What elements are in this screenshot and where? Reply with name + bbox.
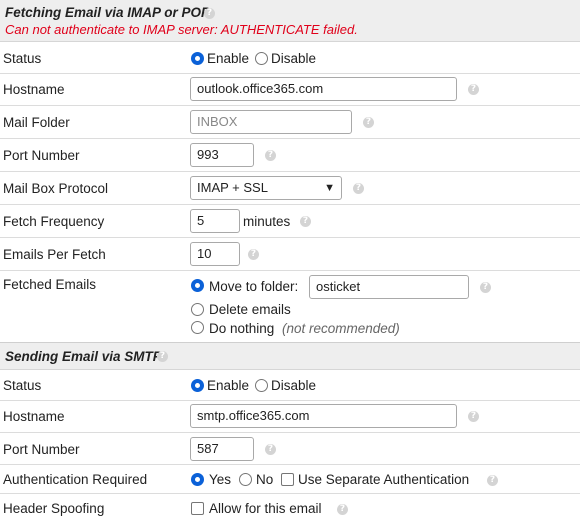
do-nothing-label[interactable]: Do nothing (209, 321, 274, 336)
imap-status-enable-radio[interactable] (191, 52, 204, 65)
smtp-status-enable-label[interactable]: Enable (207, 378, 249, 393)
smtp-status-enable-radio[interactable] (191, 379, 204, 392)
imap-status-enable-label[interactable]: Enable (207, 51, 249, 66)
help-icon[interactable]: ? (468, 411, 479, 422)
help-icon[interactable]: ? (353, 183, 364, 194)
smtp-hostname-row: Hostname smtp.office365.com ? (0, 401, 580, 433)
fetch-frequency-unit: minutes (243, 214, 291, 229)
delete-emails-label[interactable]: Delete emails (209, 302, 291, 317)
imap-status-disable-radio[interactable] (255, 52, 268, 65)
smtp-auth-row: Authentication Required Yes No Use Separ… (0, 465, 580, 494)
separate-auth-checkbox[interactable] (281, 473, 294, 486)
allow-spoofing-checkbox[interactable] (191, 502, 204, 515)
smtp-section-header: Sending Email via SMTP ? (0, 342, 580, 370)
smtp-port-label: Port Number (3, 442, 80, 457)
help-icon[interactable]: ? (265, 444, 276, 455)
fetch-frequency-row: Fetch Frequency 5 minutes ? (0, 205, 580, 238)
imap-status-disable-label[interactable]: Disable (271, 51, 316, 66)
help-icon[interactable]: ? (363, 117, 374, 128)
separate-auth-label[interactable]: Use Separate Authentication (298, 472, 469, 487)
imap-hostname-label: Hostname (3, 82, 65, 97)
help-icon[interactable]: ? (300, 216, 311, 227)
imap-status-row: Status Enable Disable (0, 42, 580, 74)
protocol-select-value: IMAP + SSL (197, 180, 268, 195)
smtp-auth-label: Authentication Required (3, 472, 148, 487)
smtp-hostname-input[interactable]: smtp.office365.com (190, 404, 457, 428)
emails-per-fetch-row: Emails Per Fetch 10 ? (0, 238, 580, 271)
imap-port-label: Port Number (3, 148, 80, 163)
help-icon[interactable]: ? (480, 282, 491, 293)
allow-spoofing-label[interactable]: Allow for this email (209, 501, 322, 516)
mail-folder-row: Mail Folder INBOX ? (0, 106, 580, 139)
move-to-folder-radio[interactable] (191, 279, 204, 292)
auth-yes-label[interactable]: Yes (209, 472, 231, 487)
protocol-row: Mail Box Protocol IMAP + SSL ▼ ? (0, 172, 580, 205)
header-spoofing-label: Header Spoofing (3, 501, 105, 516)
smtp-status-disable-radio[interactable] (255, 379, 268, 392)
imap-error-message: Can not authenticate to IMAP server: AUT… (5, 22, 358, 37)
auth-yes-radio[interactable] (191, 473, 204, 486)
chevron-down-icon: ▼ (324, 182, 335, 194)
protocol-select[interactable]: IMAP + SSL ▼ (190, 176, 342, 200)
fetch-frequency-input[interactable]: 5 (190, 209, 240, 233)
delete-emails-radio[interactable] (191, 303, 204, 316)
smtp-status-disable-label[interactable]: Disable (271, 378, 316, 393)
smtp-status-row: Status Enable Disable (0, 370, 580, 401)
mail-folder-input[interactable]: INBOX (190, 110, 352, 134)
help-icon[interactable]: ? (204, 8, 215, 19)
fetched-emails-row: Fetched Emails Move to folder: osticket … (0, 271, 580, 342)
imap-status-label: Status (3, 51, 42, 66)
do-nothing-radio[interactable] (191, 321, 204, 334)
protocol-label: Mail Box Protocol (3, 181, 109, 196)
imap-hostname-row: Hostname outlook.office365.com ? (0, 74, 580, 106)
smtp-port-input[interactable]: 587 (190, 437, 254, 461)
help-icon[interactable]: ? (265, 150, 276, 161)
imap-section-header: Fetching Email via IMAP or POP ? Can not… (0, 0, 580, 42)
smtp-status-label: Status (3, 378, 42, 393)
imap-section-title: Fetching Email via IMAP or POP (5, 5, 211, 20)
header-spoofing-row: Header Spoofing Allow for this email ? (0, 494, 580, 521)
imap-port-input[interactable]: 993 (190, 143, 254, 167)
move-folder-input[interactable]: osticket (309, 275, 469, 299)
not-recommended-note: (not recommended) (282, 321, 400, 336)
move-to-folder-label[interactable]: Move to folder: (209, 279, 298, 294)
help-icon[interactable]: ? (487, 475, 498, 486)
help-icon[interactable]: ? (468, 84, 479, 95)
smtp-section-title: Sending Email via SMTP (5, 349, 162, 364)
emails-per-fetch-input[interactable]: 10 (190, 242, 240, 266)
fetch-frequency-label: Fetch Frequency (3, 214, 105, 229)
auth-no-label[interactable]: No (256, 472, 273, 487)
mail-folder-label: Mail Folder (3, 115, 70, 130)
smtp-hostname-label: Hostname (3, 409, 65, 424)
smtp-port-row: Port Number 587 ? (0, 433, 580, 465)
help-icon[interactable]: ? (248, 249, 259, 260)
fetched-emails-label: Fetched Emails (3, 277, 97, 292)
help-icon[interactable]: ? (157, 351, 168, 362)
auth-no-radio[interactable] (239, 473, 252, 486)
help-icon[interactable]: ? (337, 504, 348, 515)
imap-port-row: Port Number 993 ? (0, 139, 580, 172)
emails-per-fetch-label: Emails Per Fetch (3, 247, 106, 262)
imap-hostname-input[interactable]: outlook.office365.com (190, 77, 457, 101)
